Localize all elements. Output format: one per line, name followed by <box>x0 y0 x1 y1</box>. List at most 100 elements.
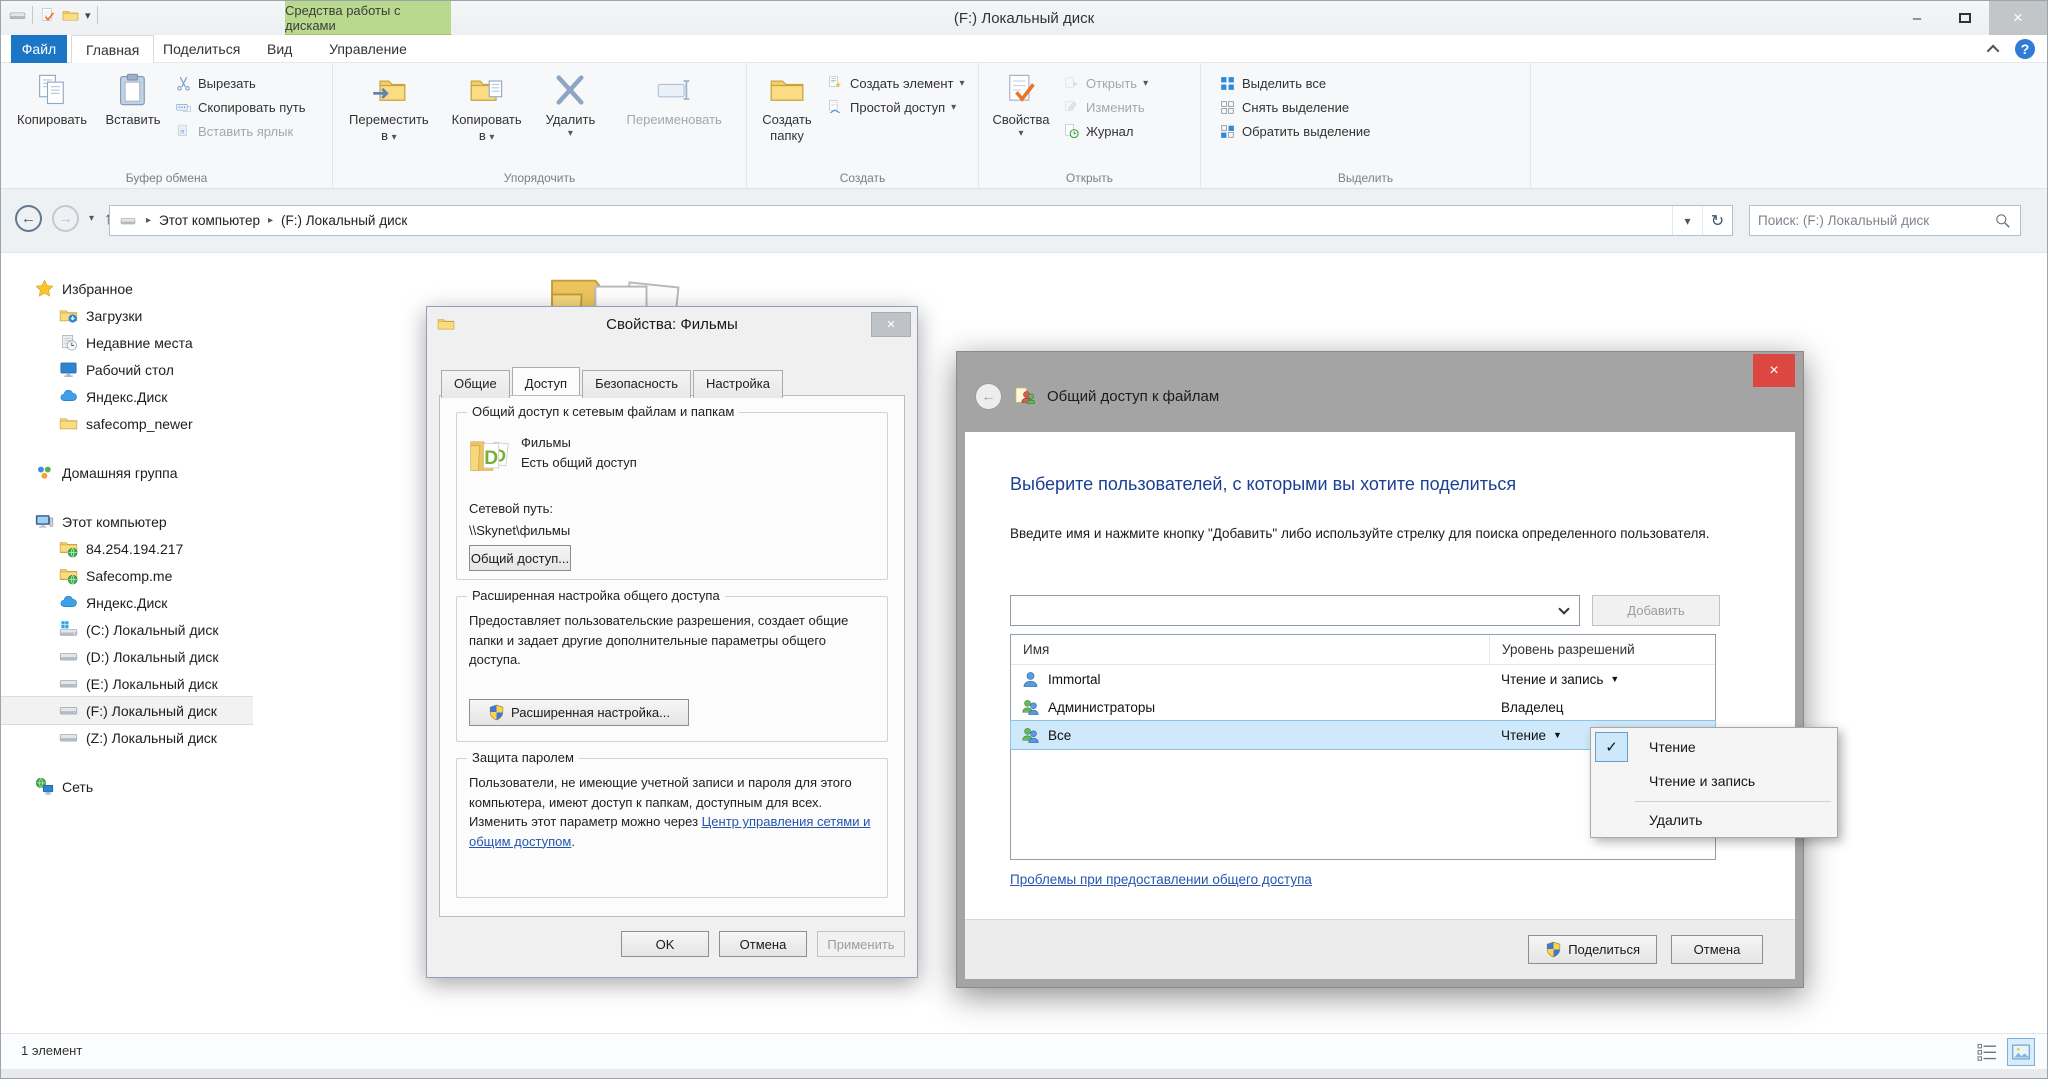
edit-button[interactable]: Изменить <box>1063 99 1148 116</box>
sidebar-item-downloads[interactable]: Загрузки <box>1 302 253 329</box>
tab-manage[interactable]: Управление <box>303 35 433 63</box>
move-to-icon <box>371 72 407 108</box>
sidebar-item-safecomp-newer[interactable]: safecomp_newer <box>1 410 253 437</box>
advanced-sharing-button[interactable]: Расширенная настройка... <box>469 699 689 726</box>
copy-path-button[interactable]: Скопировать путь <box>175 99 306 116</box>
copy-button[interactable]: Копировать <box>7 67 97 128</box>
thumbnail-view-button[interactable] <box>2007 1038 2035 1066</box>
move-to-button[interactable]: Переместить в ▾ <box>339 67 439 145</box>
cancel-button[interactable]: Отмена <box>719 931 807 957</box>
details-view-button[interactable] <box>1973 1038 2001 1066</box>
history-dropdown-icon[interactable]: ▾ <box>89 213 94 224</box>
search-input[interactable] <box>1750 213 1994 228</box>
properties-icon <box>1003 72 1039 108</box>
dropdown-icon: ▾ <box>489 132 494 143</box>
drive-icon <box>59 647 78 666</box>
sidebar-item-desktop[interactable]: Рабочий стол <box>1 356 253 383</box>
paste-shortcut-button[interactable]: Вставить ярлык <box>175 123 306 140</box>
combo-dropdown-icon[interactable] <box>1558 603 1569 614</box>
forward-button[interactable]: → <box>52 205 79 232</box>
table-row[interactable]: Immortal Чтение и запись▼ <box>1011 665 1715 693</box>
help-icon[interactable]: ? <box>2015 39 2035 59</box>
refresh-button[interactable]: ↻ <box>1702 206 1732 235</box>
column-header-name[interactable]: Имя <box>1011 642 1489 657</box>
new-folder-button[interactable]: Создать папку <box>753 67 821 145</box>
properties-button[interactable]: Свойства ▾ <box>985 67 1057 141</box>
properties-close-button[interactable]: × <box>871 312 911 337</box>
cut-button[interactable]: Вырезать <box>175 75 306 92</box>
sidebar-item-this-pc[interactable]: Этот компьютер <box>1 508 253 535</box>
search-icon[interactable] <box>1994 212 2012 230</box>
qat-dropdown-icon[interactable]: ▾ <box>85 9 91 22</box>
breadcrumb-current[interactable]: (F:) Локальный диск <box>281 213 407 228</box>
sidebar-item-yandex-disk[interactable]: Яндекс.Диск <box>1 383 253 410</box>
sidebar-item-drive-f[interactable]: (F:) Локальный диск <box>1 697 253 724</box>
apply-button[interactable]: Применить <box>817 931 905 957</box>
history-button[interactable]: Журнал <box>1063 123 1148 140</box>
user-select-input[interactable] <box>1011 596 1560 625</box>
collapse-ribbon-icon[interactable] <box>1987 44 2000 57</box>
address-field[interactable]: ▸ Этот компьютер ▸ (F:) Локальный диск ▾… <box>109 205 1733 236</box>
sidebar-item-network-folder-ip[interactable]: 84.254.194.217 <box>1 535 253 562</box>
sidebar-item-yandex-disk-2[interactable]: Яндекс.Диск <box>1 589 253 616</box>
tab-home[interactable]: Главная <box>71 35 154 63</box>
menu-item-remove[interactable]: Удалить <box>1593 805 1835 835</box>
address-dropdown-button[interactable]: ▾ <box>1672 206 1702 235</box>
rename-button[interactable]: Переименовать <box>606 67 742 128</box>
add-user-button[interactable]: Добавить <box>1592 595 1720 626</box>
sidebar-item-homegroup[interactable]: Домашняя группа <box>1 459 253 486</box>
sidebar-item-drive-e[interactable]: (E:) Локальный диск <box>1 670 253 697</box>
sharing-problems-link[interactable]: Проблемы при предоставлении общего досту… <box>1010 872 1312 887</box>
menu-item-read-write[interactable]: Чтение и запись <box>1593 764 1835 798</box>
tab-security[interactable]: Безопасность <box>582 370 691 398</box>
select-all-icon <box>1219 75 1236 92</box>
cloud-icon <box>59 593 78 612</box>
tab-customize[interactable]: Настройка <box>693 370 783 398</box>
invert-selection-button[interactable]: Обратить выделение <box>1219 123 1370 140</box>
context-ribbon-label: Средства работы с дисками <box>285 1 451 35</box>
permission-dropdown-icon[interactable]: ▼ <box>1553 730 1562 740</box>
sharing-close-button[interactable]: × <box>1753 354 1795 387</box>
delete-button[interactable]: Удалить ▾ <box>535 67 607 141</box>
minimize-button[interactable]: – <box>1893 1 1941 35</box>
select-none-button[interactable]: Снять выделение <box>1219 99 1370 116</box>
new-folder-icon[interactable] <box>62 7 79 24</box>
sidebar-item-drive-d[interactable]: (D:) Локальный диск <box>1 643 253 670</box>
tab-view[interactable]: Вид <box>253 35 306 63</box>
history-icon <box>1063 123 1080 140</box>
column-header-permission-level[interactable]: Уровень разрешений <box>1489 635 1715 664</box>
close-button[interactable]: × <box>1989 1 2047 35</box>
paste-button[interactable]: Вставить <box>97 67 169 128</box>
share-button[interactable]: Общий доступ... <box>469 545 571 571</box>
open-button[interactable]: Открыть▾ <box>1063 75 1148 92</box>
sidebar-item-favorites[interactable]: Избранное <box>1 275 253 302</box>
easy-access-button[interactable]: Простой доступ▾ <box>827 99 965 116</box>
sharing-cancel-button[interactable]: Отмена <box>1671 935 1763 964</box>
tab-file[interactable]: Файл <box>11 35 67 63</box>
sharing-dialog-footer: Поделиться Отмена <box>965 919 1795 979</box>
copy-to-button[interactable]: Копировать в ▾ <box>439 67 535 145</box>
table-row[interactable]: Администраторы Владелец <box>1011 693 1715 721</box>
users-icon <box>1021 698 1040 717</box>
network-path-label: Сетевой путь: <box>469 499 553 519</box>
tab-general[interactable]: Общие <box>441 370 510 398</box>
tab-share[interactable]: Поделиться <box>149 35 254 63</box>
breadcrumb-this-pc[interactable]: Этот компьютер <box>159 213 260 228</box>
properties-check-icon[interactable] <box>39 7 56 24</box>
sidebar-item-drive-c[interactable]: (C:) Локальный диск <box>1 616 253 643</box>
maximize-button[interactable] <box>1941 1 1989 35</box>
sidebar-item-network[interactable]: Сеть <box>1 773 253 800</box>
sharing-back-button[interactable]: ← <box>975 383 1002 410</box>
sidebar-item-recent-places[interactable]: Недавние места <box>1 329 253 356</box>
tab-access[interactable]: Доступ <box>512 367 580 395</box>
ok-button[interactable]: OK <box>621 931 709 957</box>
select-all-button[interactable]: Выделить все <box>1219 75 1370 92</box>
sidebar-item-drive-z[interactable]: (Z:) Локальный диск <box>1 724 253 751</box>
sidebar-item-safecomp-me[interactable]: Safecomp.me <box>1 562 253 589</box>
share-confirm-button[interactable]: Поделиться <box>1528 935 1657 964</box>
new-item-button[interactable]: Создать элемент▾ <box>827 75 965 92</box>
menu-item-read[interactable]: ✓ Чтение <box>1593 730 1835 764</box>
permission-dropdown-icon[interactable]: ▼ <box>1610 674 1619 684</box>
folder-icon <box>59 414 78 433</box>
back-button[interactable]: ← <box>15 205 42 232</box>
